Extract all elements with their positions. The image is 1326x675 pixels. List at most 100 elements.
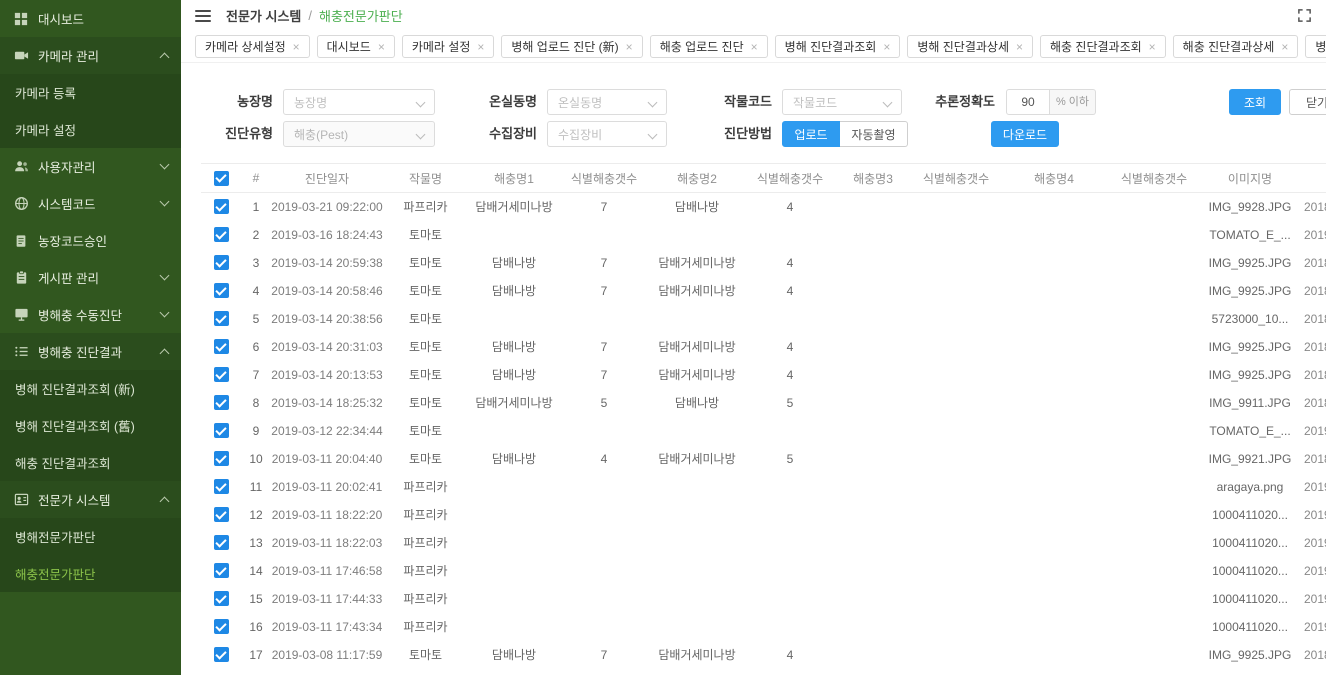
sidebar-item-7[interactable]: 병해충 수동진단: [0, 296, 181, 333]
accuracy-suffix: % 이하: [1050, 89, 1096, 115]
row-checkbox[interactable]: [214, 311, 229, 326]
tab-8[interactable]: 해충 진단결과조회×: [1040, 35, 1166, 58]
cell-no: 10: [241, 445, 271, 473]
tab-close-icon[interactable]: ×: [1281, 40, 1288, 54]
breadcrumb-current[interactable]: 해충전문가판단: [319, 6, 403, 25]
tab-10[interactable]: 병해전문가판단×: [1305, 35, 1326, 58]
accuracy-input[interactable]: [1006, 89, 1050, 115]
greenhouse-select[interactable]: 온실동명: [547, 89, 667, 115]
cell-count2: 4: [746, 333, 834, 361]
row-checkbox[interactable]: [214, 451, 229, 466]
row-checkbox[interactable]: [214, 227, 229, 242]
tab-close-icon[interactable]: ×: [626, 40, 633, 54]
cell-pest4: [1000, 585, 1108, 613]
search-button[interactable]: 조회: [1229, 89, 1281, 115]
tab-close-icon[interactable]: ×: [883, 40, 890, 54]
tab-7[interactable]: 병해 진단결과상세×: [907, 35, 1033, 58]
sidebar-item-5[interactable]: 농장코드승인: [0, 222, 181, 259]
tab-9[interactable]: 해충 진단결과상세×: [1173, 35, 1299, 58]
tab-close-icon[interactable]: ×: [1016, 40, 1023, 54]
device-select[interactable]: 수집장비: [547, 121, 667, 147]
tab-close-icon[interactable]: ×: [293, 40, 300, 54]
sidebar-item-9[interactable]: 전문가 시스템: [0, 481, 181, 518]
sidebar-item-8[interactable]: 병해충 진단결과: [0, 333, 181, 370]
cell-date: 2019-03-08 11:17:59: [271, 641, 383, 669]
sidebar-subitem[interactable]: 카메라 등록: [0, 74, 181, 111]
method-auto-button[interactable]: 자동촬영: [840, 121, 908, 147]
sidebar-item-4[interactable]: 시스템코드: [0, 185, 181, 222]
tab-close-icon[interactable]: ×: [378, 40, 385, 54]
sidebar-subitem[interactable]: 병해 진단결과조회 (舊): [0, 407, 181, 444]
sidebar-subitem-active[interactable]: 해충전문가판단: [0, 555, 181, 592]
row-checkbox[interactable]: [214, 255, 229, 270]
tab-close-icon[interactable]: ×: [477, 40, 484, 54]
chevron-down-icon: [160, 197, 170, 207]
sidebar-subitem[interactable]: 카메라 설정: [0, 111, 181, 148]
sidebar-item-3[interactable]: 사용자관리: [0, 148, 181, 185]
cell-count4: [1108, 193, 1200, 221]
row-checkbox[interactable]: [214, 339, 229, 354]
sidebar-subitem[interactable]: 해충 진단결과조회: [0, 444, 181, 481]
cell-count3: [912, 277, 1000, 305]
cell-count2: [746, 305, 834, 333]
row-checkbox[interactable]: [214, 535, 229, 550]
hamburger-menu-icon[interactable]: [195, 8, 211, 24]
tab-1[interactable]: 카메라 상세설정×: [195, 35, 310, 58]
cell-crop: 토마토: [383, 361, 468, 389]
tab-3[interactable]: 카메라 설정×: [402, 35, 495, 58]
cell-extra: 2019: [1300, 501, 1326, 529]
row-checkbox[interactable]: [214, 619, 229, 634]
row-checkbox[interactable]: [214, 423, 229, 438]
cell-count4: [1108, 389, 1200, 417]
tab-5[interactable]: 해충 업로드 진단×: [650, 35, 768, 58]
sidebar-subitem[interactable]: 병해 진단결과조회 (新): [0, 370, 181, 407]
fullscreen-icon[interactable]: [1297, 8, 1312, 23]
cell-pest2: 담배나방: [648, 193, 746, 221]
row-checkbox[interactable]: [214, 395, 229, 410]
tab-4[interactable]: 병해 업로드 진단 (新)×: [501, 35, 642, 58]
sidebar-item-2[interactable]: 카메라 관리: [0, 37, 181, 74]
sidebar-item-label: 병해충 수동진단: [38, 305, 161, 324]
table-row: 52019-03-14 20:38:56토마토5723000_10...2018: [201, 305, 1326, 333]
select-all-checkbox[interactable]: [214, 171, 229, 186]
chevron-down-icon: [160, 308, 170, 318]
row-checkbox-cell: [201, 445, 241, 473]
cell-image: TOMATO_E_...: [1200, 221, 1300, 249]
row-checkbox[interactable]: [214, 591, 229, 606]
crop-code-select[interactable]: 작물코드: [782, 89, 902, 115]
table-row: 152019-03-11 17:44:33파프리카1000411020...20…: [201, 585, 1326, 613]
tab-close-icon[interactable]: ×: [751, 40, 758, 54]
download-button[interactable]: 다운로드: [991, 121, 1059, 147]
cell-count2: [746, 557, 834, 585]
sidebar-subitem[interactable]: 병해전문가판단: [0, 518, 181, 555]
row-checkbox[interactable]: [214, 367, 229, 382]
cell-pest1: [468, 501, 560, 529]
topbar: 전문가 시스템 / 해충전문가판단: [181, 0, 1326, 31]
row-checkbox[interactable]: [214, 647, 229, 662]
table-row: 162019-03-11 17:43:34파프리카1000411020...20…: [201, 613, 1326, 641]
row-checkbox[interactable]: [214, 479, 229, 494]
cell-pest4: [1000, 193, 1108, 221]
cell-date: 2019-03-14 20:13:53: [271, 361, 383, 389]
row-checkbox[interactable]: [214, 283, 229, 298]
diagnosis-type-select[interactable]: 해충(Pest): [283, 121, 435, 147]
sidebar-item-6[interactable]: 게시판 관리: [0, 259, 181, 296]
cell-crop: 토마토: [383, 221, 468, 249]
method-upload-button[interactable]: 업로드: [782, 121, 840, 147]
farm-name-select[interactable]: 농장명: [283, 89, 435, 115]
row-checkbox[interactable]: [214, 563, 229, 578]
cell-count3: [912, 445, 1000, 473]
row-checkbox[interactable]: [214, 199, 229, 214]
tab-6[interactable]: 병해 진단결과조회×: [775, 35, 901, 58]
sidebar-item-1[interactable]: 대시보드: [0, 0, 181, 37]
cell-no: 13: [241, 529, 271, 557]
cell-extra: 2019: [1300, 585, 1326, 613]
row-checkbox[interactable]: [214, 507, 229, 522]
table-row: 12019-03-21 09:22:00파프리카담배거세미나방7담배나방4IMG…: [201, 193, 1326, 221]
tab-close-icon[interactable]: ×: [1149, 40, 1156, 54]
cell-no: 17: [241, 641, 271, 669]
cell-count2: 5: [746, 445, 834, 473]
close-button[interactable]: 닫기: [1289, 89, 1326, 115]
cell-pest1: [468, 473, 560, 501]
tab-2[interactable]: 대시보드×: [317, 35, 395, 58]
